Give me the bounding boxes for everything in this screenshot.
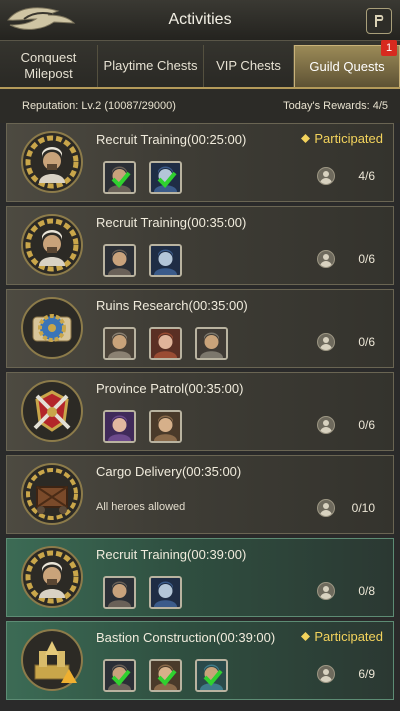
cargo-crate-emblem	[21, 463, 83, 525]
diamond-icon	[301, 134, 311, 143]
today-rewards-text: Today's Rewards: 4/5	[283, 100, 388, 112]
heroes-allowed-text: All heroes allowed	[96, 501, 186, 513]
tab-vip-chests[interactable]: VIP Chests	[204, 45, 294, 87]
check-icon	[157, 171, 177, 188]
hero-requirements	[103, 659, 228, 692]
hero-portrait-armored[interactable]	[103, 327, 136, 360]
quest-title: Recruit Training(00:35:00)	[96, 215, 247, 230]
slot-counter: 0/10	[317, 499, 375, 517]
participated-status: Participated	[301, 131, 383, 146]
person-icon	[317, 416, 335, 434]
warrior-bust-emblem	[21, 131, 83, 193]
quest-card[interactable]: Bastion Construction(00:39:00) Participa…	[6, 621, 394, 700]
slot-counter: 4/6	[317, 167, 375, 185]
check-icon	[111, 669, 131, 686]
tab-bar: Conquest Milepost Playtime Chests VIP Ch…	[0, 40, 400, 89]
person-icon	[317, 582, 335, 600]
slot-count: 4/6	[358, 169, 375, 183]
status-label: Participated	[314, 629, 383, 644]
tab-label: Guild Quests	[309, 58, 385, 74]
help-button[interactable]	[366, 8, 392, 34]
hero-portrait-bearded-checked[interactable]	[149, 659, 182, 692]
quest-card[interactable]: Province Patrol(00:35:00) 0/6	[6, 372, 394, 451]
notification-badge: 1	[381, 40, 397, 56]
hero-requirements	[103, 327, 228, 360]
hero-portrait-female[interactable]	[149, 327, 182, 360]
hero-portrait-dark-haired[interactable]	[103, 410, 136, 443]
hero-portrait-bearded[interactable]	[149, 410, 182, 443]
quest-card[interactable]: Recruit Training(00:25:00) Participated …	[6, 123, 394, 202]
help-icon	[375, 15, 384, 27]
hero-portrait-masked-checked[interactable]	[149, 161, 182, 194]
tab-label: VIP Chests	[216, 58, 281, 73]
quest-title: Cargo Delivery(00:35:00)	[96, 464, 242, 479]
quest-title: Recruit Training(00:39:00)	[96, 547, 247, 562]
crossed-swords-emblem	[21, 380, 83, 442]
quest-title: Bastion Construction(00:39:00)	[96, 630, 276, 645]
quest-title: Ruins Research(00:35:00)	[96, 298, 248, 313]
hero-portrait-turban-checked[interactable]	[195, 659, 228, 692]
hero-portrait-masked[interactable]	[149, 576, 182, 609]
warrior-bust-emblem	[21, 214, 83, 276]
slot-count: 0/10	[351, 501, 375, 515]
check-icon	[203, 669, 223, 686]
warrior-bust-emblem	[21, 546, 83, 608]
castle-emblem	[21, 629, 83, 691]
hero-portrait-hooded[interactable]	[103, 244, 136, 277]
slot-counter: 0/8	[317, 582, 375, 600]
slot-counter: 0/6	[317, 250, 375, 268]
slot-count: 6/9	[358, 667, 375, 681]
page-title: Activities	[168, 11, 232, 28]
quest-card[interactable]: Recruit Training(00:35:00) 0/6	[6, 206, 394, 285]
person-icon	[317, 250, 335, 268]
tab-conquest-milepost[interactable]: Conquest Milepost	[0, 45, 98, 87]
hero-requirements	[103, 576, 182, 609]
hero-portrait-masked[interactable]	[149, 244, 182, 277]
slot-count: 0/8	[358, 584, 375, 598]
diamond-icon	[301, 632, 311, 641]
check-icon	[157, 669, 177, 686]
hero-requirements	[103, 244, 182, 277]
top-bar: Activities	[0, 0, 400, 41]
hero-requirements	[103, 410, 182, 443]
scroll-gear-emblem	[21, 297, 83, 359]
quest-card[interactable]: Cargo Delivery(00:35:00) All heroes allow…	[6, 455, 394, 534]
slot-counter: 0/6	[317, 416, 375, 434]
hero-portrait-hooded-checked[interactable]	[103, 659, 136, 692]
tab-playtime-chests[interactable]: Playtime Chests	[98, 45, 204, 87]
slot-count: 0/6	[358, 418, 375, 432]
slot-count: 0/6	[358, 252, 375, 266]
tab-label: Playtime Chests	[103, 58, 198, 73]
tab-label: Conquest Milepost	[20, 50, 77, 81]
person-icon	[317, 333, 335, 351]
quest-title: Province Patrol(00:35:00)	[96, 381, 244, 396]
hero-portrait-hooded[interactable]	[103, 576, 136, 609]
person-icon	[317, 665, 335, 683]
info-bar: Reputation: Lv.2 (10087/29000) Today's R…	[0, 89, 400, 123]
slot-counter: 0/6	[317, 333, 375, 351]
quest-card[interactable]: Ruins Research(00:35:00) 0/6	[6, 289, 394, 368]
quest-title: Recruit Training(00:25:00)	[96, 132, 247, 147]
tab-guild-quests[interactable]: Guild Quests 1	[294, 40, 400, 87]
slot-counter: 6/9	[317, 665, 375, 683]
quest-list: Recruit Training(00:25:00) Participated …	[0, 123, 400, 700]
participated-status: Participated	[301, 629, 383, 644]
hero-portrait-hooded-checked[interactable]	[103, 161, 136, 194]
reputation-text: Reputation: Lv.2 (10087/29000)	[22, 100, 176, 112]
quest-card[interactable]: Recruit Training(00:39:00) 0/8	[6, 538, 394, 617]
status-label: Participated	[314, 131, 383, 146]
hero-portrait-helmet[interactable]	[195, 327, 228, 360]
hero-requirements	[103, 161, 182, 194]
slot-count: 0/6	[358, 335, 375, 349]
person-icon	[317, 167, 335, 185]
person-icon	[317, 499, 335, 517]
check-icon	[111, 171, 131, 188]
